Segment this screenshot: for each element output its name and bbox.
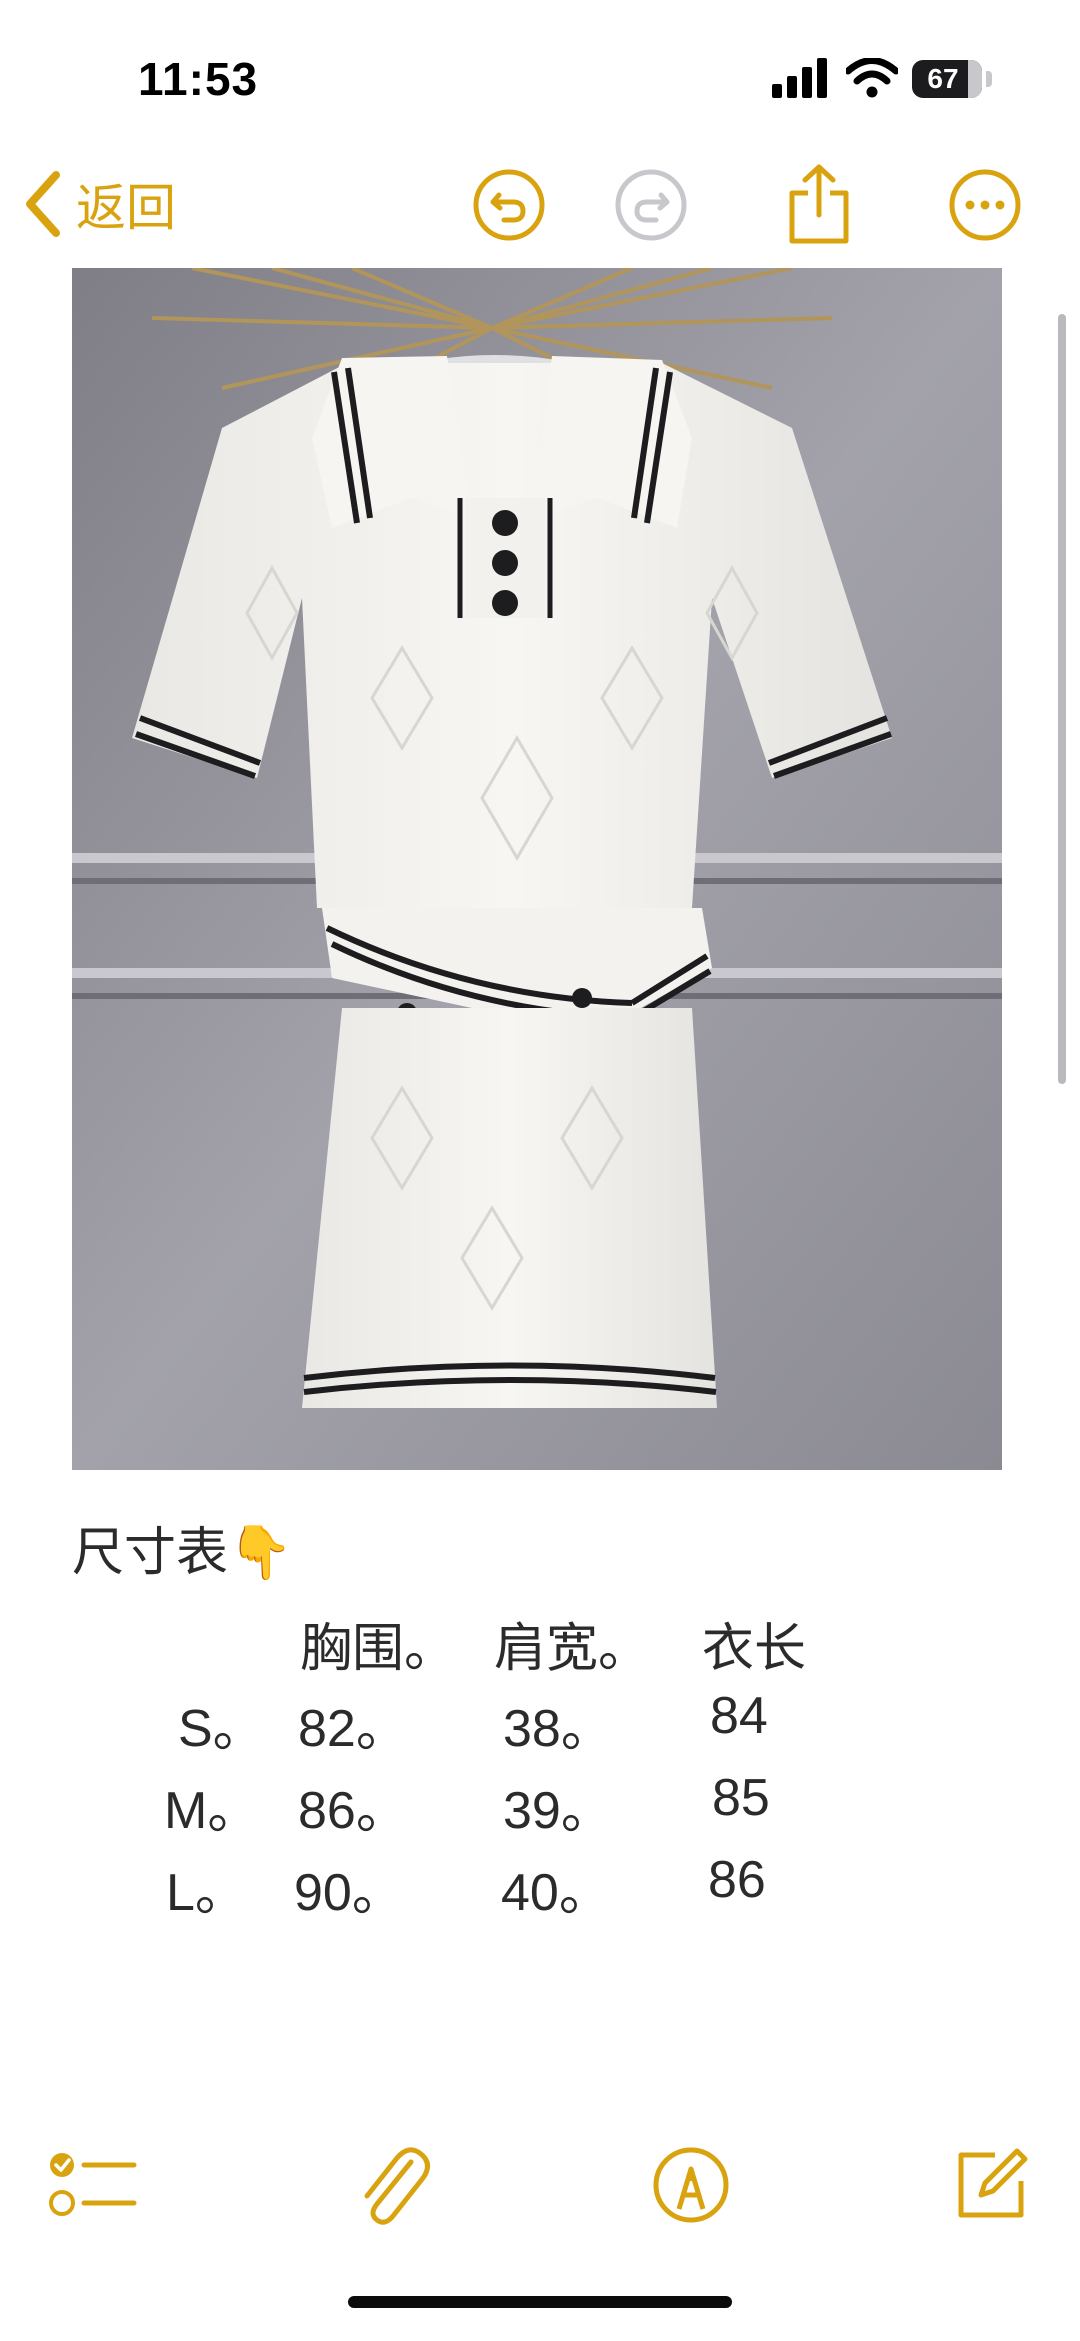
length-value: 85 bbox=[712, 1769, 770, 1827]
header-length: 衣长 bbox=[702, 1620, 807, 1678]
compose-icon bbox=[958, 2148, 1028, 2218]
back-button[interactable]: 返回 bbox=[22, 164, 176, 244]
bottom-toolbar bbox=[0, 2110, 1080, 2260]
checklist-icon bbox=[49, 2153, 137, 2216]
chest-value: 82。 bbox=[298, 1700, 408, 1758]
size-label: S。 bbox=[178, 1700, 265, 1758]
chevron-left-icon bbox=[26, 171, 60, 237]
navigation-bar: 返回 bbox=[0, 150, 1080, 260]
chest-value: 90。 bbox=[294, 1864, 404, 1922]
length-value: 86 bbox=[708, 1851, 766, 1909]
paperclip-icon bbox=[364, 2147, 430, 2225]
status-bar: 11:53 67 bbox=[0, 0, 1080, 150]
share-button[interactable] bbox=[774, 160, 864, 250]
dress-photo bbox=[72, 268, 1002, 1470]
markup-icon bbox=[653, 2147, 729, 2223]
compose-button[interactable] bbox=[936, 2130, 1046, 2240]
battery-tip bbox=[986, 71, 992, 87]
back-button-label: 返回 bbox=[76, 180, 176, 236]
markup-button[interactable] bbox=[636, 2130, 746, 2240]
note-image-dress[interactable] bbox=[72, 268, 1002, 1470]
share-icon bbox=[789, 164, 849, 244]
shoulder-value: 40。 bbox=[501, 1864, 611, 1922]
shoulder-value: 39。 bbox=[503, 1782, 613, 1840]
redo-button[interactable] bbox=[606, 160, 696, 250]
redo-icon bbox=[615, 169, 687, 241]
cellular-signal-icon bbox=[772, 58, 827, 98]
attachment-button[interactable] bbox=[338, 2130, 448, 2240]
undo-button[interactable] bbox=[464, 160, 554, 250]
header-shoulder: 肩宽。 bbox=[494, 1620, 651, 1678]
wifi-icon bbox=[846, 58, 898, 98]
checklist-button[interactable] bbox=[38, 2130, 148, 2240]
size-chart-heading: 尺寸表👇 bbox=[72, 1510, 293, 1585]
chest-value: 86。 bbox=[298, 1782, 408, 1840]
more-icon bbox=[949, 169, 1021, 241]
length-value: 84 bbox=[710, 1687, 768, 1745]
size-label: L。 bbox=[166, 1864, 247, 1922]
vertical-scrollbar[interactable] bbox=[1058, 314, 1066, 1084]
pointing-down-emoji: 👇 bbox=[228, 1524, 293, 1582]
status-time: 11:53 bbox=[138, 53, 259, 105]
header-chest: 胸围。 bbox=[300, 1620, 457, 1678]
home-indicator[interactable] bbox=[348, 2296, 732, 2308]
battery-icon: 67 bbox=[912, 60, 982, 98]
size-chart-heading-text: 尺寸表 bbox=[72, 1524, 229, 1582]
shoulder-value: 38。 bbox=[503, 1700, 613, 1758]
more-button[interactable] bbox=[940, 160, 1030, 250]
battery-percentage: 67 bbox=[927, 63, 959, 94]
size-label: M。 bbox=[164, 1782, 260, 1840]
undo-icon bbox=[473, 169, 545, 241]
